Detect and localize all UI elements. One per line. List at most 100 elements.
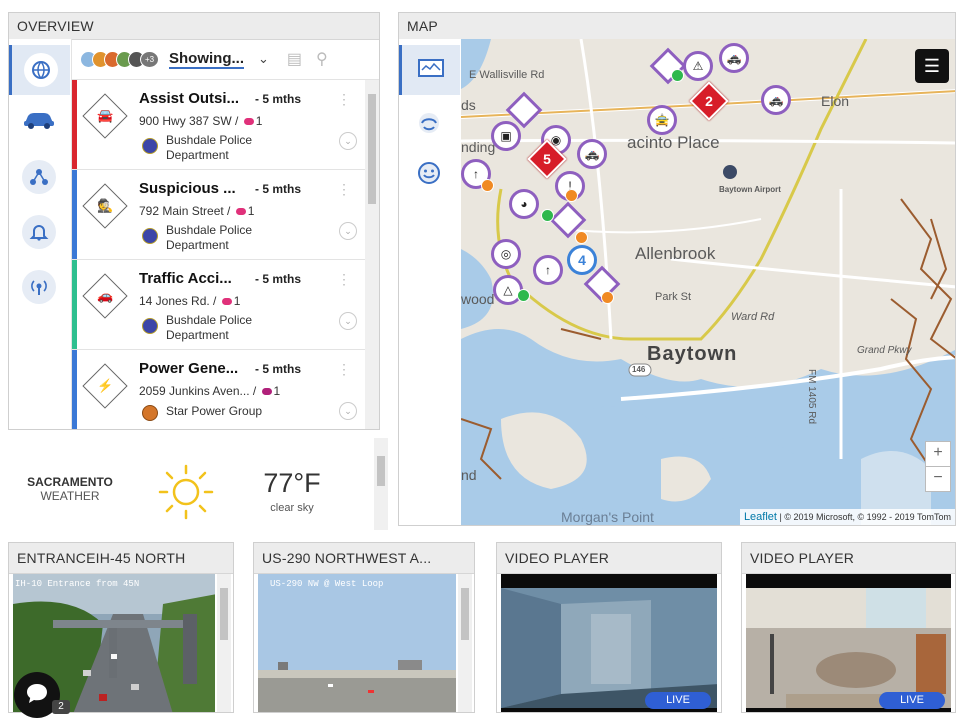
incident-address-text: 14 Jones Rd. / <box>139 294 217 308</box>
airport-icon <box>723 165 737 179</box>
department-badge-icon <box>142 405 158 421</box>
scrollbar-thumb[interactable] <box>220 588 228 640</box>
chat-count-badge: 2 <box>52 700 70 714</box>
weather-city: SACRAMENTO WEATHER <box>20 475 120 503</box>
map-label: Allenbrook <box>635 244 716 263</box>
incident-priority-stripe <box>72 80 77 169</box>
nav-alerts-button[interactable] <box>19 212 59 252</box>
map-label: acinto Place <box>627 133 720 152</box>
incident-marker[interactable]: ◕ <box>509 189 539 219</box>
map-label: Morgan's Point <box>561 509 654 525</box>
responder-icon <box>221 298 232 306</box>
vehicle-marker[interactable]: 🚓 <box>577 139 607 169</box>
nav-network-button[interactable] <box>19 157 59 197</box>
incident-address-text: 2059 Junkins Aven... / <box>139 384 257 398</box>
incident-age: - 5 mths <box>255 182 302 196</box>
more-options-icon[interactable]: ⋮ <box>337 272 351 286</box>
video-player-title: VIDEO PLAYER <box>497 543 721 574</box>
chat-button[interactable]: 2 <box>14 672 70 718</box>
expand-icon[interactable]: ⌄ <box>339 402 357 420</box>
camera-panel: US-290 NORTHWEST A... US-290 NW @ West L… <box>253 542 475 713</box>
more-options-icon[interactable]: ⋮ <box>337 362 351 376</box>
bell-icon <box>22 215 56 249</box>
status-dot <box>481 179 494 192</box>
incident-department: Star Power Group <box>166 404 263 418</box>
map-layer-button[interactable] <box>409 105 449 145</box>
camera-scrollbar[interactable] <box>217 574 231 712</box>
expand-icon[interactable]: ⌄ <box>339 312 357 330</box>
vehicle-marker[interactable]: 🚓 <box>761 85 791 115</box>
incident-department: Bushdale Police Department <box>166 133 253 162</box>
incident-list: 🚘 Assist Outsi... - 5 mths 900 Hwy 387 S… <box>72 80 365 429</box>
camera-title: US-290 NORTHWEST A... <box>254 543 474 574</box>
incident-marker[interactable]: ▣ <box>491 121 521 151</box>
nav-globe-button[interactable] <box>9 45 70 95</box>
map-label: nding <box>461 139 496 155</box>
weather-city-name: SACRAMENTO <box>27 475 113 489</box>
scrollbar-thumb[interactable] <box>368 94 376 204</box>
incident-cluster[interactable]: 4 <box>567 245 597 275</box>
status-dot <box>601 291 614 304</box>
map-label: FM 1405 Rd <box>806 369 817 425</box>
incident-marker[interactable]: 🚖 <box>647 105 677 135</box>
map-icon <box>418 58 444 83</box>
incident-marker[interactable]: ↑ <box>533 255 563 285</box>
incident-item[interactable]: 🕵 Suspicious ... - 5 mths 792 Main Stree… <box>72 170 365 260</box>
scrollbar-thumb[interactable] <box>377 456 385 486</box>
car-icon <box>22 109 56 134</box>
zoom-out-button[interactable]: − <box>925 466 951 492</box>
incident-list-scrollbar[interactable] <box>365 80 379 429</box>
weather-scrollbar[interactable] <box>374 438 388 530</box>
expand-icon[interactable]: ⌄ <box>339 132 357 150</box>
incident-department: Bushdale Police Department <box>166 223 253 252</box>
responder-count: 1 <box>255 114 263 128</box>
map-feedback-button[interactable] <box>409 155 449 195</box>
map-label: E Wallisville Rd <box>469 69 545 81</box>
map-canvas[interactable]: E Wallisville Rd ds nding acinto Place B… <box>461 39 955 525</box>
nav-vehicle-button[interactable] <box>19 101 59 141</box>
weather-label: WEATHER <box>40 489 100 503</box>
weather-condition: clear sky <box>270 502 314 514</box>
incident-item[interactable]: 🚘 Assist Outsi... - 5 mths 900 Hwy 387 S… <box>72 80 365 170</box>
showing-filter-dropdown[interactable]: Showing... <box>169 50 244 69</box>
map-view-icon[interactable]: ▤ <box>287 49 302 69</box>
map-label: ds <box>461 97 476 113</box>
sensor-icon <box>22 270 56 304</box>
cluster-count: 2 <box>705 93 713 109</box>
nav-sensor-button[interactable] <box>19 267 59 307</box>
filter-type-icons[interactable]: +3 <box>80 50 159 68</box>
video-player-panel: VIDEO PLAYER LIVE <box>741 542 956 713</box>
map-label: Ward Rd <box>731 311 775 323</box>
map-label: Park St <box>655 291 692 303</box>
incident-marker[interactable]: ⚠ <box>683 51 713 81</box>
scrollbar-thumb[interactable] <box>461 588 469 640</box>
layers-icon[interactable]: ☰ <box>915 49 949 83</box>
more-options-icon[interactable]: ⋮ <box>337 182 351 196</box>
chevron-down-icon[interactable]: ⌄ <box>258 51 269 67</box>
zoom-in-button[interactable]: + <box>925 441 951 467</box>
overview-title: OVERVIEW <box>9 13 379 40</box>
incident-marker[interactable]: ◎ <box>491 239 521 269</box>
filter-extra-count: +3 <box>140 50 159 68</box>
leaflet-link[interactable]: Leaflet <box>744 511 777 523</box>
vehicle-marker[interactable]: 🚓 <box>719 43 749 73</box>
incident-priority-stripe <box>72 350 77 429</box>
incident-title: Assist Outsi... <box>139 90 240 107</box>
camera-feed[interactable]: US-290 NW @ West Loop <box>258 574 456 712</box>
incident-item[interactable]: 🚗 Traffic Acci... - 5 mths 14 Jones Rd. … <box>72 260 365 350</box>
expand-icon[interactable]: ⌄ <box>339 222 357 240</box>
camera-caption: US-290 NW @ West Loop <box>270 579 383 589</box>
incident-item[interactable]: ⚡ Power Gene... - 5 mths 2059 Junkins Av… <box>72 350 365 429</box>
search-icon[interactable]: ⚲ <box>316 49 328 69</box>
chat-bubble-icon <box>25 682 49 709</box>
status-dot <box>565 189 578 202</box>
incident-address: 792 Main Street / 1 <box>139 204 254 218</box>
map-label: Baytown Airport <box>719 185 781 194</box>
camera-scrollbar[interactable] <box>458 574 472 712</box>
map-view-button[interactable] <box>399 45 460 95</box>
responder-icon <box>261 388 272 396</box>
incident-address: 14 Jones Rd. / 1 <box>139 294 240 308</box>
map-label: Elon <box>821 93 850 109</box>
more-options-icon[interactable]: ⋮ <box>337 92 351 106</box>
incident-title: Traffic Acci... <box>139 270 232 287</box>
